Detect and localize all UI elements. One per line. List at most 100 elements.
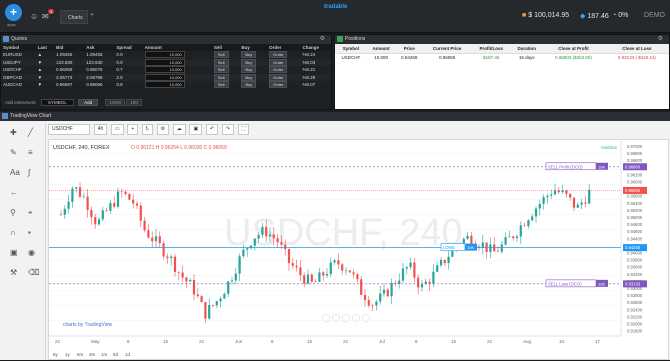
buy-button[interactable]: Buy	[241, 66, 257, 74]
fib-icon[interactable]: ≡	[28, 148, 33, 157]
chart-nav-forward-button[interactable]	[362, 314, 370, 322]
indicators-icon[interactable]: fₓ	[141, 124, 153, 135]
gear-icon[interactable]: ⚙	[658, 35, 663, 44]
arrow-icon[interactable]: ←	[10, 188, 18, 197]
chart-type-icon[interactable]: ▭	[110, 124, 124, 135]
chart-nav-plus-button[interactable]	[332, 314, 340, 322]
tab-charts[interactable]: Charts	[60, 10, 88, 24]
price-tick-label: 0.94000	[627, 251, 643, 256]
sell-button[interactable]: Sell	[213, 73, 229, 81]
add-button[interactable]: Add	[78, 99, 99, 106]
symbol-search-input[interactable]: USDCHF	[48, 124, 90, 135]
price-tick-label: 0.92200	[627, 314, 643, 319]
candle-body	[90, 209, 93, 218]
order-button[interactable]: Order	[269, 58, 288, 66]
symbol-input[interactable]: SYMBOL	[41, 99, 74, 106]
candle-body	[299, 267, 302, 276]
quote-symbol[interactable]: GBPCAD	[1, 73, 36, 81]
amount-input[interactable]: 10,000	[144, 81, 185, 89]
lock-icon[interactable]: ▣	[10, 248, 18, 257]
quote-row: AUDCAD ▼ 0.96697 0.96066 0.9 10,000 Sell Buy Ord…	[1, 81, 331, 89]
position-close-profit[interactable]: 0.96800 ($263.50)	[542, 53, 604, 62]
zoom-icon[interactable]: ⚲	[10, 208, 16, 217]
chart-nav-reset-button[interactable]	[352, 314, 360, 322]
order-button[interactable]: Order	[269, 66, 288, 74]
amount-input[interactable]: 10,000	[144, 51, 185, 59]
magnet-icon[interactable]: ∩	[10, 228, 16, 237]
time-tick-label: 22	[55, 339, 61, 344]
candle-body	[170, 256, 173, 259]
position-close-loss[interactable]: 0.93133 (-$118.14)	[605, 53, 669, 62]
eye-icon[interactable]: ◉	[28, 248, 35, 257]
candle-body	[352, 272, 355, 275]
price-tick-label: 0.92000	[627, 322, 643, 327]
candle-body	[116, 191, 120, 207]
interval-select[interactable]: 4h	[93, 124, 108, 135]
notification-icon[interactable]: ✉	[42, 12, 49, 21]
time-tick-label: 15	[163, 339, 169, 344]
undo-icon[interactable]: ↶	[205, 124, 219, 135]
brush-icon[interactable]: ✎	[10, 148, 17, 157]
quote-symbol[interactable]: EURUSD	[1, 51, 36, 59]
diamond-icon: ◆	[580, 13, 586, 20]
order-button[interactable]: Order	[269, 81, 288, 89]
profit-price-tag: 0.96800	[625, 164, 641, 169]
chart-svg[interactable]: USDCHF, 240USDCHF, 240, FOREX O 0.96121 H…	[49, 140, 668, 359]
buy-button[interactable]: Buy	[241, 81, 257, 89]
order-button[interactable]: Order	[269, 51, 288, 59]
buy-button[interactable]: Buy	[241, 58, 257, 66]
quote-direction-icon: ▼	[35, 58, 55, 66]
wallet-icon: ■	[522, 12, 527, 19]
chart-nav-back-button[interactable]	[342, 314, 350, 322]
sell-button[interactable]: Sell	[213, 81, 229, 89]
positions-col-header: Profit/Loss	[471, 44, 512, 54]
cloud-icon[interactable]: ☁	[172, 124, 186, 135]
price-tick-label: 0.96200	[627, 172, 643, 177]
candle-body	[132, 199, 135, 204]
gear-icon[interactable]: ⚙	[320, 35, 325, 44]
buy-button[interactable]: Buy	[241, 51, 257, 59]
candle-body	[325, 274, 329, 276]
position-row[interactable]: USDCHF 10,000 0.94268 0.96065 $187.46 15 days…	[335, 53, 669, 62]
apps-button[interactable]: +	[5, 4, 22, 21]
measure-icon[interactable]: ⌖	[28, 208, 33, 218]
ruler-icon[interactable]: ▪	[28, 228, 31, 237]
quote-ask: 123.930	[84, 58, 115, 66]
redo-icon[interactable]: ↷	[221, 124, 234, 135]
chart-plot-area[interactable]: USDCHF, 240 USDCHF, 240, FOREX O 0.96121 H…	[48, 139, 669, 360]
fullscreen-icon[interactable]: ⛶	[237, 124, 250, 135]
text-icon[interactable]: Aa	[10, 168, 20, 177]
candle-body	[588, 189, 591, 204]
screenshot-icon[interactable]: ▣	[189, 124, 203, 135]
amount-input[interactable]: 10,000	[144, 73, 185, 81]
sell-button[interactable]: Sell	[213, 66, 229, 74]
order-button[interactable]: Order	[269, 73, 288, 81]
buy-button[interactable]: Buy	[241, 73, 257, 81]
sell-button[interactable]: Sell	[213, 58, 229, 66]
candle-body	[158, 236, 161, 244]
pattern-icon[interactable]: ∫	[28, 168, 30, 177]
user-icon[interactable]: ☺	[30, 12, 38, 21]
candle-body	[401, 268, 405, 281]
compare-icon[interactable]: +	[127, 124, 139, 135]
crosshair-icon[interactable]: ✚	[10, 128, 17, 137]
candle-body	[272, 234, 275, 239]
small-field-b[interactable]: 100	[126, 99, 142, 106]
position-duration: 15 days	[518, 55, 535, 61]
quote-symbol[interactable]: USDCHF	[1, 66, 36, 74]
quote-symbol[interactable]: USDJPY	[1, 58, 36, 66]
chart-nav-minus-button[interactable]	[322, 314, 330, 322]
amount-input[interactable]: 10,000	[144, 66, 185, 74]
trash-icon[interactable]: ⌫	[28, 268, 39, 277]
sell-button[interactable]: Sell	[213, 51, 229, 59]
quote-symbol[interactable]: AUDCAD	[1, 81, 36, 89]
margin-value: 0%	[618, 12, 629, 19]
position-pl: $187.46	[483, 55, 500, 61]
settings-icon[interactable]: ⚙	[156, 124, 170, 135]
small-field-a[interactable]: 1W40	[105, 99, 126, 106]
trendline-icon[interactable]: ╱	[28, 128, 33, 137]
candle-body	[417, 277, 420, 288]
add-tab-button[interactable]: +	[90, 12, 94, 19]
amount-input[interactable]: 10,000	[144, 58, 185, 66]
tools-icon[interactable]: ⚒	[10, 268, 17, 277]
